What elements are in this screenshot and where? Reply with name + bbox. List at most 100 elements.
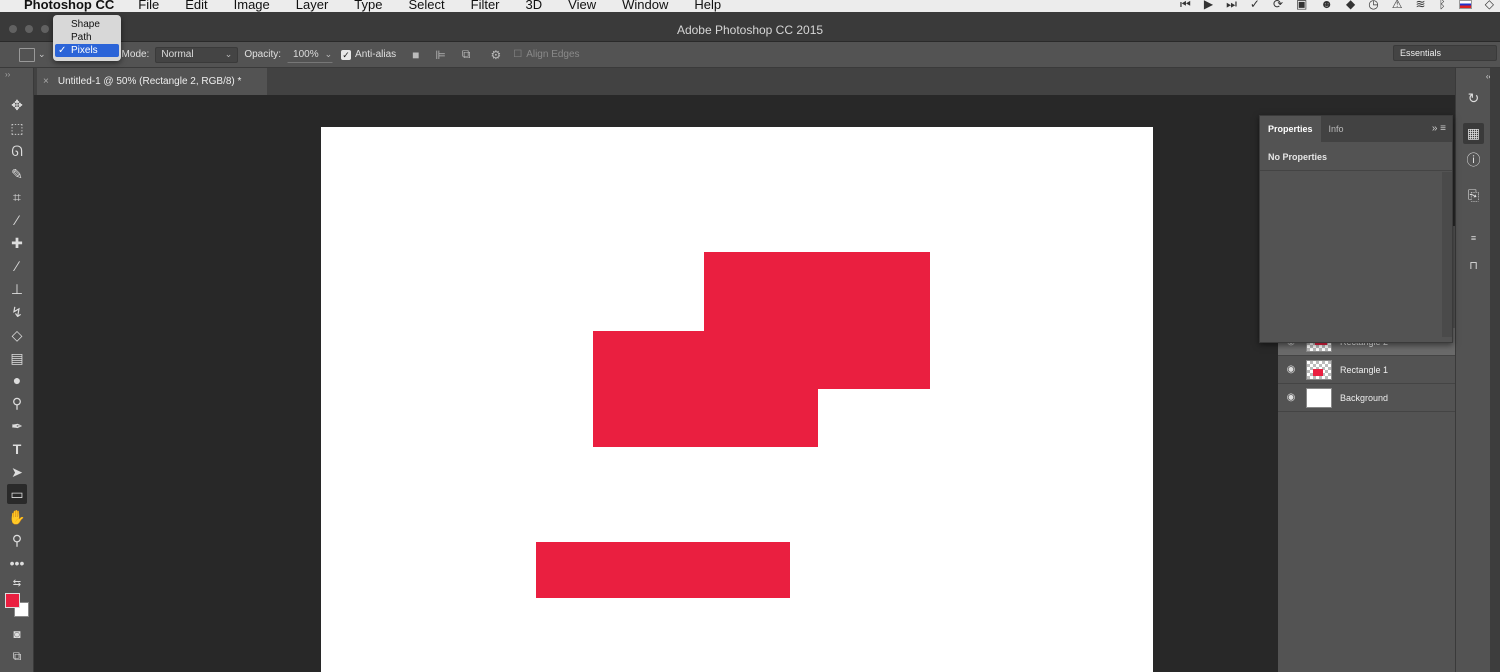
menu-select[interactable]: Select bbox=[408, 0, 444, 12]
sync-icon[interactable]: ⟳ bbox=[1273, 0, 1283, 11]
dock-menu-icon[interactable]: ≡ bbox=[1463, 228, 1484, 249]
align-edges-checkbox[interactable]: ☐ bbox=[513, 49, 522, 60]
eraser-tool-icon[interactable]: ◇ bbox=[7, 325, 27, 345]
owl-icon[interactable]: ☻ bbox=[1320, 0, 1333, 11]
tool-preset-button[interactable] bbox=[19, 47, 35, 62]
brush-tool-icon[interactable]: ∕ bbox=[7, 256, 27, 276]
align-edges-label: Align Edges bbox=[526, 49, 580, 60]
menu-view[interactable]: View bbox=[568, 0, 596, 12]
layer-thumbnail bbox=[1306, 387, 1332, 408]
gear-icon[interactable]: ⚙ bbox=[490, 48, 501, 62]
checkmark-circle-icon[interactable]: ✓ bbox=[1250, 0, 1260, 11]
visibility-eye-icon[interactable]: ◉ bbox=[1278, 364, 1304, 375]
menu-filter[interactable]: Filter bbox=[471, 0, 500, 12]
marquee-tool-icon[interactable]: ⬚ bbox=[7, 118, 27, 138]
dropbox-icon[interactable]: ◆ bbox=[1346, 0, 1355, 11]
window-titlebar: Adobe Photoshop CC 2015 bbox=[0, 12, 1500, 42]
input-source-flag-icon[interactable] bbox=[1458, 0, 1472, 9]
menu-help[interactable]: Help bbox=[694, 0, 721, 12]
gradient-tool-icon[interactable]: ▤ bbox=[7, 348, 27, 368]
dodge-tool-icon[interactable]: ⚲ bbox=[7, 393, 27, 413]
rewind-icon[interactable]: ⏮ bbox=[1180, 0, 1191, 12]
rectangle-tool-icon[interactable]: ▭ bbox=[7, 484, 27, 504]
opacity-field[interactable]: 100% ⌄ bbox=[287, 46, 334, 63]
quick-selection-tool-icon[interactable]: ✎ bbox=[7, 164, 27, 184]
lasso-tool-icon[interactable]: ᘏ bbox=[7, 141, 27, 161]
tools-panel: ›› ✥ ⬚ ᘏ ✎ ⌗ ⁄ ✚ ∕ ⊥ ↯ ◇ ▤ ● ⚲ ✒ T ➤ ▭ ✋… bbox=[0, 68, 34, 672]
zoom-tool-icon[interactable]: ⚲ bbox=[7, 530, 27, 550]
path-operations-icon[interactable]: ■ bbox=[412, 48, 419, 62]
forward-icon[interactable]: ⏭ bbox=[1226, 0, 1237, 12]
tool-preset-chevron-icon[interactable]: ⌄ bbox=[38, 49, 46, 60]
menu-file[interactable]: File bbox=[138, 0, 159, 12]
menu-3d[interactable]: 3D bbox=[526, 0, 543, 12]
menu-layer[interactable]: Layer bbox=[296, 0, 329, 12]
mode-option-path[interactable]: Path bbox=[53, 31, 121, 44]
menu-image[interactable]: Image bbox=[234, 0, 270, 12]
menu-edit[interactable]: Edit bbox=[185, 0, 207, 12]
history-brush-tool-icon[interactable]: ↯ bbox=[7, 302, 27, 322]
menu-app-name[interactable]: Photoshop CC bbox=[24, 0, 114, 12]
lock-pixels-icon[interactable]: ⊓ bbox=[1463, 256, 1484, 277]
opacity-label: Opacity: bbox=[244, 49, 282, 60]
mac-menubar: Photoshop CC File Edit Image Layer Type … bbox=[0, 0, 1500, 12]
visibility-eye-icon[interactable]: ◉ bbox=[1278, 392, 1304, 403]
menubar-tray: ⏮ ▶ ⏭ ✓ ⟳ ▣ ☻ ◆ ◷ ⚠ ≋ ᛒ ◇ bbox=[1180, 0, 1494, 12]
swap-colors-icon[interactable]: ⇆ bbox=[7, 574, 27, 594]
layer-row[interactable]: ◉ Rectangle 1 bbox=[1278, 356, 1474, 384]
tool-mode-popup: Shape Path ✓ Pixels bbox=[53, 15, 121, 61]
menu-window[interactable]: Window bbox=[622, 0, 668, 12]
move-tool-icon[interactable]: ✥ bbox=[7, 95, 27, 115]
secondary-dock bbox=[1490, 68, 1500, 672]
screen-mode-icon[interactable]: ⧉ bbox=[7, 646, 27, 666]
clone-stamp-tool-icon[interactable]: ⊥ bbox=[7, 279, 27, 299]
quick-mask-icon[interactable]: ◙ bbox=[7, 624, 27, 644]
history-panel-icon[interactable]: ↻ bbox=[1463, 88, 1484, 109]
document-tab-title: Untitled-1 @ 50% (Rectangle 2, RGB/8) * bbox=[57, 76, 242, 87]
rectangle-shape[interactable] bbox=[536, 542, 790, 598]
document-tab[interactable]: × Untitled-1 @ 50% (Rectangle 2, RGB/8) … bbox=[37, 68, 267, 95]
chevron-down-icon: ⌄ bbox=[224, 49, 233, 59]
path-arrangement-icon[interactable]: ⧉ bbox=[462, 47, 471, 62]
layer-row[interactable]: ◉ Background 🔒︎ bbox=[1278, 384, 1474, 412]
close-tab-icon[interactable]: × bbox=[43, 76, 49, 87]
character-panel-icon[interactable]: ⎘ bbox=[1463, 185, 1484, 206]
evernote-icon[interactable]: ▣ bbox=[1296, 0, 1307, 11]
properties-scrollbar[interactable] bbox=[1442, 172, 1452, 337]
antialias-label: Anti-alias bbox=[355, 49, 397, 60]
mode-dropdown[interactable]: Normal ⌄ bbox=[155, 46, 239, 63]
antialias-checkbox[interactable]: ✓ bbox=[341, 49, 352, 60]
document-canvas[interactable] bbox=[321, 127, 1153, 672]
blur-tool-icon[interactable]: ● bbox=[7, 370, 27, 390]
bluetooth-icon[interactable]: ᛒ bbox=[1439, 0, 1446, 11]
info-panel-icon[interactable]: ⓘ bbox=[1463, 150, 1484, 171]
more-tools-icon[interactable]: ••• bbox=[7, 553, 27, 573]
wifi-icon[interactable]: ≋ bbox=[1416, 0, 1426, 11]
properties-panel-icon[interactable]: ▦ bbox=[1463, 123, 1484, 144]
hand-tool-icon[interactable]: ✋ bbox=[7, 507, 27, 527]
menu-type[interactable]: Type bbox=[354, 0, 382, 12]
layer-name[interactable]: Background bbox=[1340, 393, 1388, 403]
layer-name[interactable]: Rectangle 1 bbox=[1340, 365, 1388, 375]
tab-info[interactable]: Info bbox=[1321, 116, 1352, 142]
eyedropper-tool-icon[interactable]: ⁄ bbox=[7, 210, 27, 230]
clock-icon[interactable]: ◷ bbox=[1368, 0, 1378, 11]
path-selection-tool-icon[interactable]: ➤ bbox=[7, 462, 27, 482]
window-title: Adobe Photoshop CC 2015 bbox=[676, 23, 824, 37]
path-alignment-icon[interactable]: ⊫ bbox=[435, 48, 445, 62]
collapse-panel-icon[interactable]: ›› bbox=[5, 70, 10, 79]
crop-tool-icon[interactable]: ⌗ bbox=[7, 187, 27, 207]
panel-expand-menu-icon[interactable]: » ≡ bbox=[1432, 116, 1452, 142]
type-tool-icon[interactable]: T bbox=[7, 439, 27, 459]
pen-tool-icon[interactable]: ✒ bbox=[7, 416, 27, 436]
healing-brush-tool-icon[interactable]: ✚ bbox=[7, 233, 27, 253]
mode-option-shape[interactable]: Shape bbox=[53, 18, 121, 31]
mode-option-pixels[interactable]: ✓ Pixels bbox=[55, 44, 119, 57]
play-icon[interactable]: ▶ bbox=[1204, 0, 1213, 11]
warning-icon[interactable]: ⚠ bbox=[1392, 0, 1403, 11]
workspace-switcher[interactable]: Essentials bbox=[1393, 45, 1497, 61]
tab-properties[interactable]: Properties bbox=[1260, 116, 1321, 142]
rectangle-shape[interactable] bbox=[593, 331, 818, 447]
foreground-color-swatch[interactable] bbox=[5, 593, 20, 608]
notification-icon[interactable]: ◇ bbox=[1485, 0, 1494, 11]
